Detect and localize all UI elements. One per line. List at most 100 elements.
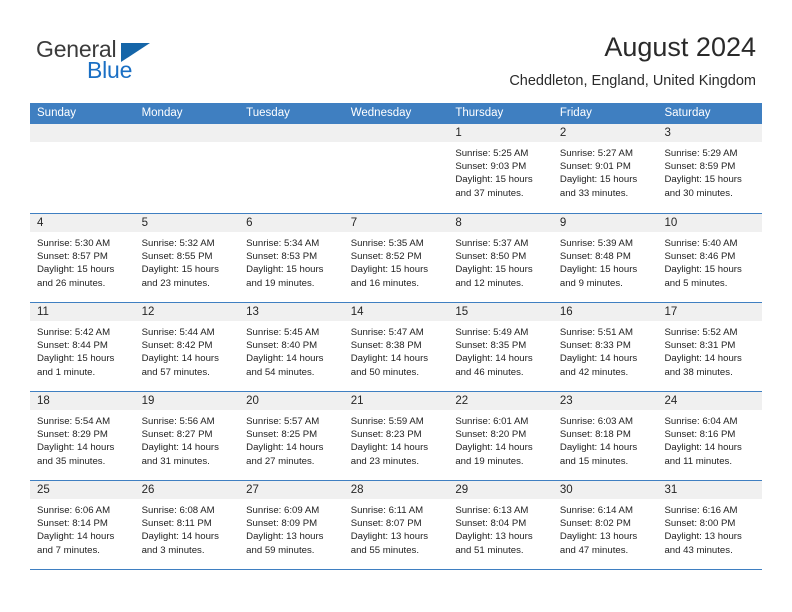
- day-detail-line: Sunrise: 5:37 AM: [455, 238, 529, 249]
- calendar-day-cell[interactable]: 8 Sunrise: 5:37 AM Sunset: 8:50 PM Daylight…: [448, 214, 553, 302]
- calendar-day-cell[interactable]: 17 Sunrise: 5:52 AM Sunset: 8:31 PM Dayligh…: [657, 303, 763, 391]
- calendar-day-cell[interactable]: 16 Sunrise: 5:51 AM Sunset: 8:33 PM Dayligh…: [552, 303, 658, 391]
- day-number: 29: [448, 481, 553, 499]
- weekday-header-sunday: Sunday: [37, 107, 77, 119]
- calendar-day-cell[interactable]: 11 Sunrise: 5:42 AM Sunset: 8:44 PM Dayligh…: [30, 303, 135, 391]
- day-detail-line: Daylight: 14 hours: [246, 353, 324, 365]
- calendar-day-cell[interactable]: 28 Sunrise: 6:11 AM Sunset: 8:07 PM Dayligh…: [343, 481, 449, 569]
- day-detail-line: and 23 minutes.: [141, 277, 210, 289]
- calendar-day-cell[interactable]: 19 Sunrise: 5:56 AM Sunset: 8:27 PM Dayligh…: [134, 392, 240, 480]
- day-number: 23: [552, 392, 658, 410]
- day-details: Sunrise: 6:01 AM Sunset: 8:20 PM Daylight:…: [448, 410, 553, 468]
- day-details: Sunrise: 5:52 AM Sunset: 8:31 PM Daylight:…: [657, 321, 762, 379]
- day-details: Sunrise: 5:59 AM Sunset: 8:23 PM Daylight:…: [344, 410, 449, 468]
- day-detail-line: Sunrise: 5:39 AM: [559, 238, 633, 249]
- calendar-empty-cell: [239, 124, 344, 213]
- day-detail-line: and 9 minutes.: [559, 277, 623, 289]
- day-details: Sunrise: 5:57 AM Sunset: 8:25 PM Daylight:…: [239, 410, 344, 468]
- weekday-header-monday: Monday: [141, 107, 183, 119]
- calendar-day-cell[interactable]: 20 Sunrise: 5:57 AM Sunset: 8:25 PM Dayligh…: [239, 392, 344, 480]
- day-detail-line: Sunset: 8:57 PM: [37, 251, 108, 263]
- day-number: 18: [30, 392, 135, 410]
- day-details: Sunrise: 5:49 AM Sunset: 8:35 PM Daylight:…: [448, 321, 553, 379]
- calendar-day-cell[interactable]: 31 Sunrise: 6:16 AM Sunset: 8:00 PM Dayligh…: [657, 481, 763, 569]
- day-detail-line: Sunset: 8:04 PM: [455, 518, 527, 530]
- calendar-week-row: 11 Sunrise: 5:42 AM Sunset: 8:44 PM Dayligh…: [30, 302, 763, 391]
- calendar-day-cell[interactable]: 10 Sunrise: 5:40 AM Sunset: 8:46 PM Dayligh…: [657, 214, 763, 302]
- day-number: [134, 124, 240, 142]
- day-details: Sunrise: 6:11 AM Sunset: 8:07 PM Daylight:…: [344, 499, 449, 557]
- page-subtitle: Cheddleton, England, United Kingdom: [509, 73, 756, 89]
- calendar-day-cell[interactable]: 3 Sunrise: 5:29 AM Sunset: 8:59 PM Daylight…: [657, 124, 763, 213]
- day-detail-line: and 1 minute.: [37, 366, 96, 378]
- calendar-day-cell[interactable]: 23 Sunrise: 6:03 AM Sunset: 8:18 PM Dayligh…: [552, 392, 658, 480]
- calendar-day-cell[interactable]: 27 Sunrise: 6:09 AM Sunset: 8:09 PM Dayligh…: [239, 481, 344, 569]
- day-detail-line: Sunset: 8:42 PM: [141, 340, 213, 352]
- day-number: 26: [134, 481, 240, 499]
- day-detail-line: and 26 minutes.: [37, 277, 106, 289]
- day-detail-line: Sunrise: 5:35 AM: [350, 238, 424, 249]
- day-number: 25: [30, 481, 135, 499]
- day-detail-line: Sunset: 8:52 PM: [350, 251, 422, 263]
- calendar-week-row: 25 Sunrise: 6:06 AM Sunset: 8:14 PM Dayligh…: [30, 480, 763, 569]
- day-details: Sunrise: 6:06 AM Sunset: 8:14 PM Daylight:…: [30, 499, 135, 557]
- day-detail-line: Sunrise: 6:09 AM: [246, 505, 320, 516]
- day-detail-line: and 38 minutes.: [664, 366, 733, 378]
- day-number: [239, 124, 344, 142]
- day-number: 6: [239, 214, 344, 232]
- day-detail-line: Sunset: 8:20 PM: [455, 429, 527, 441]
- day-detail-line: Daylight: 15 hours: [559, 174, 638, 186]
- weekday-header-saturday: Saturday: [664, 107, 711, 119]
- day-detail-line: and 42 minutes.: [559, 366, 629, 378]
- calendar-day-cell[interactable]: 6 Sunrise: 5:34 AM Sunset: 8:53 PM Daylight…: [239, 214, 344, 302]
- calendar-day-cell[interactable]: 18 Sunrise: 5:54 AM Sunset: 8:29 PM Dayligh…: [30, 392, 135, 480]
- calendar-week-row: 18 Sunrise: 5:54 AM Sunset: 8:29 PM Dayligh…: [30, 391, 763, 480]
- day-detail-line: and 5 minutes.: [664, 277, 728, 289]
- day-details: [30, 142, 135, 147]
- day-details: Sunrise: 5:39 AM Sunset: 8:48 PM Daylight:…: [553, 232, 658, 290]
- calendar-day-cell[interactable]: 2 Sunrise: 5:27 AM Sunset: 9:01 PM Daylight…: [552, 124, 658, 213]
- calendar-day-cell[interactable]: 26 Sunrise: 6:08 AM Sunset: 8:11 PM Dayligh…: [134, 481, 240, 569]
- calendar-day-cell[interactable]: 12 Sunrise: 5:44 AM Sunset: 8:42 PM Dayligh…: [134, 303, 240, 391]
- calendar-empty-cell: [134, 124, 240, 213]
- day-detail-line: and 27 minutes.: [246, 455, 315, 467]
- day-detail-line: Daylight: 14 hours: [141, 442, 219, 454]
- calendar-day-cell[interactable]: 24 Sunrise: 6:04 AM Sunset: 8:16 PM Dayligh…: [657, 392, 763, 480]
- calendar-day-cell[interactable]: 15 Sunrise: 5:49 AM Sunset: 8:35 PM Dayligh…: [448, 303, 553, 391]
- day-details: Sunrise: 6:09 AM Sunset: 8:09 PM Daylight:…: [239, 499, 344, 557]
- calendar-day-cell[interactable]: 22 Sunrise: 6:01 AM Sunset: 8:20 PM Dayligh…: [448, 392, 553, 480]
- calendar-day-cell[interactable]: 5 Sunrise: 5:32 AM Sunset: 8:55 PM Daylight…: [134, 214, 240, 302]
- calendar-page: General Blue August 2024 Cheddleton, Eng…: [0, 0, 792, 612]
- day-detail-line: Daylight: 15 hours: [37, 264, 115, 276]
- calendar-day-cell[interactable]: 7 Sunrise: 5:35 AM Sunset: 8:52 PM Daylight…: [343, 214, 449, 302]
- day-number: 31: [657, 481, 763, 499]
- day-detail-line: Sunrise: 5:40 AM: [664, 238, 738, 249]
- calendar-day-cell[interactable]: 29 Sunrise: 6:13 AM Sunset: 8:04 PM Dayligh…: [448, 481, 553, 569]
- day-detail-line: Sunset: 8:59 PM: [664, 161, 736, 173]
- day-detail-line: Daylight: 15 hours: [246, 264, 324, 276]
- calendar-day-cell[interactable]: 25 Sunrise: 6:06 AM Sunset: 8:14 PM Dayligh…: [30, 481, 135, 569]
- day-details: Sunrise: 6:04 AM Sunset: 8:16 PM Daylight:…: [657, 410, 762, 468]
- day-detail-line: Daylight: 14 hours: [664, 442, 742, 454]
- calendar-day-cell[interactable]: 9 Sunrise: 5:39 AM Sunset: 8:48 PM Daylight…: [552, 214, 658, 302]
- day-detail-line: Daylight: 15 hours: [664, 174, 742, 186]
- calendar-day-cell[interactable]: 1 Sunrise: 5:25 AM Sunset: 9:03 PM Daylight…: [448, 124, 553, 213]
- calendar-day-cell[interactable]: 21 Sunrise: 5:59 AM Sunset: 8:23 PM Dayligh…: [343, 392, 449, 480]
- day-details: Sunrise: 5:45 AM Sunset: 8:40 PM Daylight:…: [239, 321, 344, 379]
- day-detail-line: Sunrise: 5:49 AM: [455, 327, 529, 338]
- general-blue-logo[interactable]: General Blue: [36, 36, 236, 86]
- calendar-day-cell[interactable]: 4 Sunrise: 5:30 AM Sunset: 8:57 PM Daylight…: [30, 214, 135, 302]
- day-detail-line: Sunset: 8:00 PM: [664, 518, 736, 530]
- day-details: Sunrise: 5:27 AM Sunset: 9:01 PM Daylight:…: [553, 142, 658, 200]
- day-detail-line: Sunset: 8:23 PM: [350, 429, 422, 441]
- day-number: 5: [134, 214, 240, 232]
- calendar-day-cell[interactable]: 14 Sunrise: 5:47 AM Sunset: 8:38 PM Dayligh…: [343, 303, 449, 391]
- calendar-day-cell[interactable]: 13 Sunrise: 5:45 AM Sunset: 8:40 PM Dayligh…: [239, 303, 344, 391]
- day-detail-line: and 16 minutes.: [350, 277, 420, 289]
- day-details: Sunrise: 5:44 AM Sunset: 8:42 PM Daylight:…: [135, 321, 240, 379]
- weekday-header-wednesday: Wednesday: [350, 107, 412, 119]
- calendar-day-cell[interactable]: 30 Sunrise: 6:14 AM Sunset: 8:02 PM Dayligh…: [552, 481, 658, 569]
- day-details: Sunrise: 5:42 AM Sunset: 8:44 PM Daylight:…: [30, 321, 135, 379]
- day-details: Sunrise: 5:51 AM Sunset: 8:33 PM Daylight:…: [553, 321, 658, 379]
- calendar-weeks: 1 Sunrise: 5:25 AM Sunset: 9:03 PM Daylight…: [30, 124, 763, 569]
